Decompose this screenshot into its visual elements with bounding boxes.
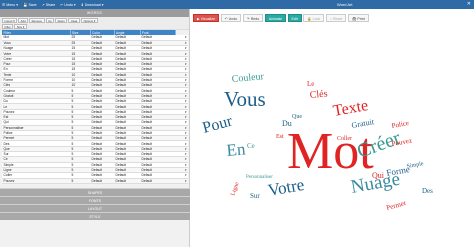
cloud-word[interactable]: Permet — [385, 199, 406, 212]
words-toolbar: Import ▾ Add Remove Up Down Clear Option… — [0, 17, 189, 24]
cloud-word[interactable]: Police — [391, 119, 410, 130]
panel-sections: SHAPES FONTS LAYOUT STYLE — [0, 188, 190, 220]
table-row[interactable]: Pouvez 5 Default Default Default ▾ — [2, 178, 188, 184]
cloud-word[interactable]: Vous — [224, 87, 266, 111]
cloud-word[interactable]: Pour — [201, 112, 235, 136]
words-table: Filter Size Color Angle Font Mot 25 Defaul… — [2, 30, 188, 184]
add-button[interactable]: Add — [18, 18, 29, 23]
chevron-down-icon[interactable]: ▾ — [185, 78, 187, 82]
chevron-down-icon[interactable]: ▾ — [185, 99, 187, 103]
chevron-down-icon[interactable]: ▾ — [185, 94, 187, 98]
table-cell: Default — [140, 178, 176, 184]
lock-button[interactable]: 🔒 Lock — [303, 13, 325, 22]
layout-section-header[interactable]: LAYOUT — [0, 204, 190, 212]
up-button[interactable]: Up — [45, 18, 55, 23]
cloud-word[interactable]: Des — [422, 187, 433, 195]
chevron-down-icon[interactable]: ▾ — [185, 89, 187, 93]
remove-button[interactable]: Remove — [29, 18, 45, 23]
cloud-word[interactable]: Texte — [332, 97, 370, 120]
chevron-down-icon[interactable]: ▾ — [185, 41, 187, 45]
redo-button[interactable]: ↷ Redo — [242, 13, 264, 22]
chevron-down-icon[interactable]: ▾ — [185, 115, 187, 119]
cloud-word[interactable]: Qui — [372, 171, 385, 180]
chevron-down-icon[interactable]: ▾ — [185, 152, 187, 156]
words-section-header[interactable]: WORDS — [0, 9, 189, 17]
print-button[interactable]: 🖨 Print — [347, 13, 369, 22]
chevron-down-icon[interactable]: ▾ — [185, 157, 187, 161]
word-cloud-canvas[interactable]: MotVousNuageVotreCréerPourEnTexteFormeCl… — [192, 28, 473, 246]
filter-button[interactable]: Filter — [2, 24, 14, 29]
chevron-down-icon[interactable]: ▾ — [185, 46, 187, 50]
clear-button[interactable]: Clear — [68, 18, 80, 23]
shapes-section-header[interactable]: SHAPES — [0, 188, 190, 196]
chevron-down-icon[interactable]: ▾ — [185, 52, 187, 56]
cloud-word[interactable]: Ligne — [230, 181, 241, 197]
cloud-word[interactable]: Du — [282, 119, 292, 128]
words-table-container[interactable]: Filter Size Color Angle Font Mot 25 Defaul… — [0, 30, 189, 200]
size-menu-button[interactable]: Size ▾ — [14, 24, 27, 29]
chevron-down-icon[interactable]: ▾ — [185, 62, 187, 66]
undo-button[interactable]: ↶ Undo — [220, 13, 242, 22]
chevron-down-icon[interactable]: ▾ — [185, 67, 187, 71]
edit-button[interactable]: Edit — [287, 13, 302, 22]
options-button[interactable]: Options ▾ — [80, 18, 98, 23]
chevron-down-icon[interactable]: ▾ — [185, 142, 187, 146]
chevron-down-icon[interactable]: ▾ — [185, 131, 187, 135]
cloud-word[interactable]: Que — [292, 114, 302, 120]
close-icon[interactable]: ✕ — [467, 1, 471, 7]
chevron-down-icon[interactable]: ▾ — [185, 105, 187, 109]
reset-button[interactable]: ○ Reset — [325, 13, 347, 22]
chevron-down-icon[interactable]: ▾ — [185, 173, 187, 177]
menu-button[interactable]: ☰ Menu ▾ — [2, 3, 18, 7]
chevron-down-icon[interactable]: ▾ — [185, 168, 187, 172]
visualize-button[interactable]: ▶ Visualize — [193, 13, 220, 22]
save-button[interactable]: 💾 Save — [23, 3, 37, 7]
chevron-down-icon[interactable]: ▾ — [185, 110, 187, 114]
cloud-word[interactable]: Sur — [250, 192, 260, 200]
table-cell: Default — [114, 178, 140, 184]
chevron-down-icon[interactable]: ▾ — [185, 126, 187, 130]
cloud-word[interactable]: Ce — [247, 142, 255, 150]
import-button[interactable]: Import ▾ — [2, 18, 18, 23]
chevron-down-icon[interactable]: ▾ — [185, 136, 187, 140]
animate-button[interactable]: Animate — [264, 13, 286, 22]
download-button[interactable]: ⬇ Download ▾ — [81, 3, 104, 7]
top-menu-bar: ☰ Menu ▾ 💾 Save ↗ Share ↩ Undo ▾ ⬇ Downl… — [0, 0, 474, 9]
table-cell: 5 — [70, 178, 90, 184]
cloud-word[interactable]: Simple — [406, 161, 424, 170]
cloud-word[interactable]: Est — [276, 134, 284, 140]
share-button[interactable]: ↗ Share — [42, 3, 56, 7]
table-cell: Default — [90, 178, 114, 184]
fonts-section-header[interactable]: FONTS — [0, 196, 190, 204]
chevron-down-icon[interactable]: ▾ — [185, 57, 187, 61]
cloud-word[interactable]: Le — [307, 80, 314, 88]
chevron-down-icon[interactable]: ▾ — [185, 73, 187, 77]
chevron-down-icon[interactable]: ▾ — [185, 120, 187, 124]
row-menu-cell: ▾ — [175, 178, 188, 184]
chevron-down-icon[interactable]: ▾ — [185, 35, 187, 39]
cloud-word[interactable]: Clés — [309, 88, 328, 101]
chevron-down-icon[interactable]: ▾ — [185, 147, 187, 151]
cloud-word[interactable]: En — [226, 139, 247, 160]
chevron-down-icon[interactable]: ▾ — [185, 163, 187, 167]
canvas-toolbar: ▶ Visualize ↶ Undo ↷ Redo Animate Edit 🔒… — [193, 13, 370, 22]
chevron-down-icon[interactable]: ▾ — [185, 179, 187, 183]
cloud-word[interactable]: Personnaliser — [246, 175, 273, 180]
chevron-down-icon[interactable]: ▾ — [185, 83, 187, 87]
down-button[interactable]: Down — [55, 18, 68, 23]
style-section-header[interactable]: STYLE — [0, 212, 190, 220]
cloud-word[interactable]: Coller — [337, 136, 352, 142]
cloud-word[interactable]: Couleur — [231, 71, 265, 85]
app-title: Word Art — [337, 2, 353, 7]
table-cell: Pouvez — [2, 178, 70, 184]
undo-menu-button[interactable]: ↩ Undo ▾ — [60, 3, 75, 7]
